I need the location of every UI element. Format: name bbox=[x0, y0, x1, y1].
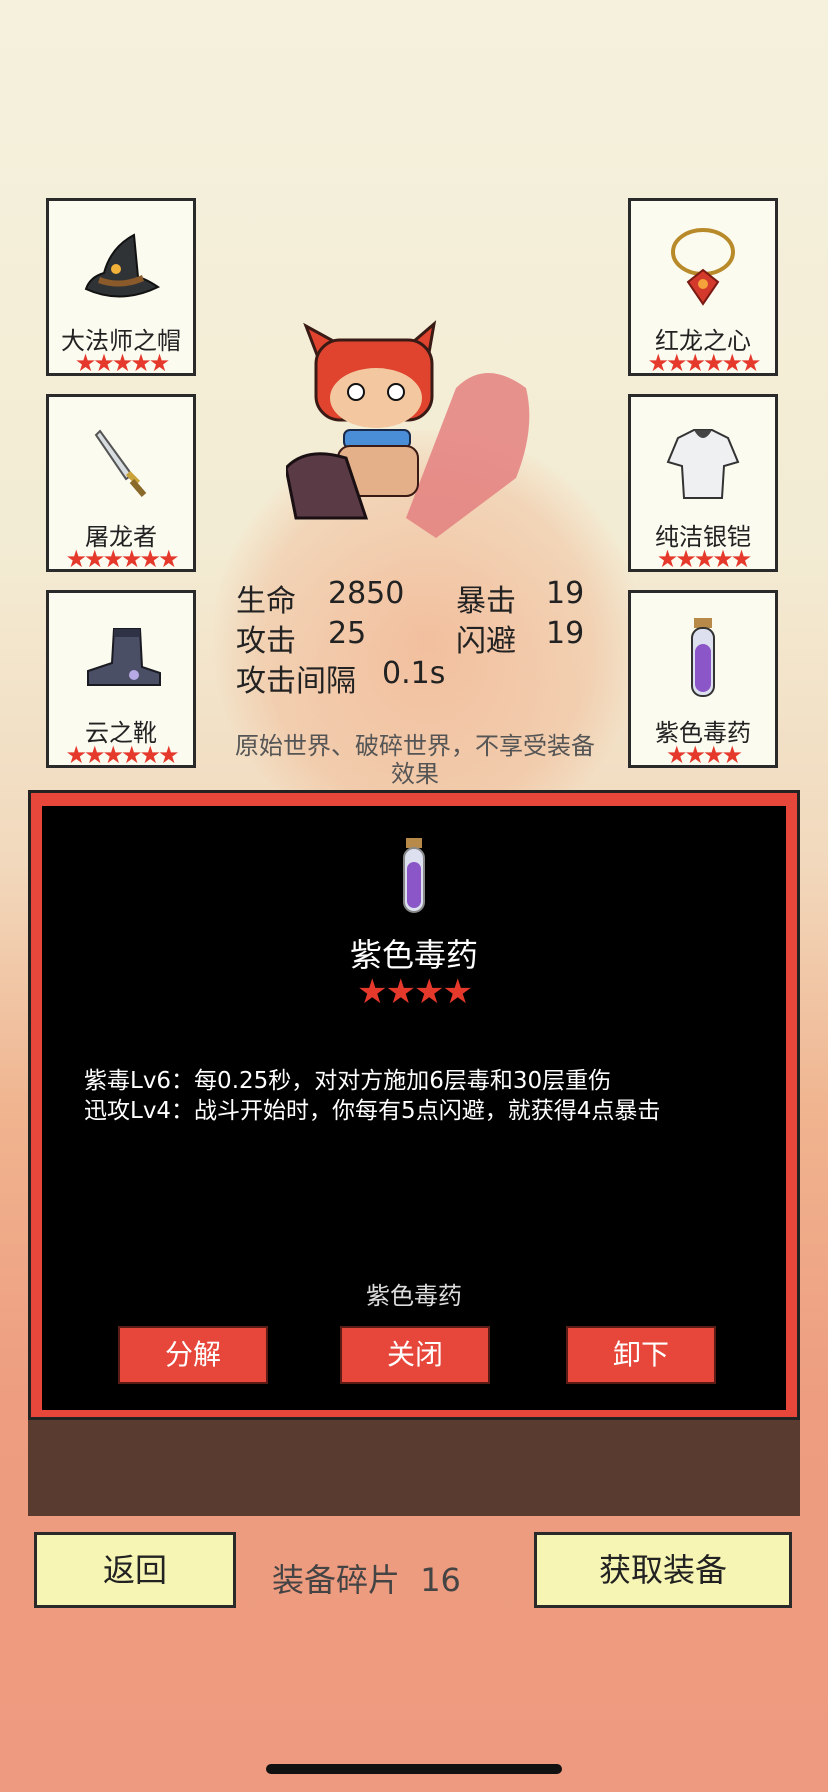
get-equipment-button[interactable]: 获取装备 bbox=[534, 1532, 792, 1608]
atk-label: 攻击 bbox=[236, 624, 296, 659]
unequip-button[interactable]: 卸下 bbox=[566, 1326, 716, 1384]
equip-stars: ★★★★★★ bbox=[65, 545, 179, 573]
shards-count: 16 bbox=[420, 1561, 461, 1599]
shards-label: 装备碎片 bbox=[272, 1561, 401, 1599]
back-button[interactable]: 返回 bbox=[34, 1532, 236, 1608]
interval-label: 攻击间隔 bbox=[236, 664, 356, 699]
interval-value: 0.1s bbox=[382, 656, 446, 691]
equip-stars: ★★★★★ bbox=[74, 349, 171, 377]
world-note: 原始世界、破碎世界，不享受装备效果 bbox=[235, 732, 595, 788]
item-popup: 紫色毒药 ★★★★ 紫毒Lv6：每0.25秒，对对方施加6层毒和30层重伤 迅攻… bbox=[42, 806, 786, 1410]
armor-icon bbox=[631, 413, 775, 513]
equip-stars: ★★★★ bbox=[665, 741, 743, 769]
hp-label: 生命 bbox=[236, 584, 296, 619]
amulet-icon bbox=[631, 217, 775, 317]
equip-stars: ★★★★★ bbox=[656, 545, 753, 573]
equip-stars: ★★★★★★ bbox=[65, 741, 179, 769]
home-indicator bbox=[266, 1764, 562, 1774]
equip-slot-armor[interactable]: 纯洁银铠 ★★★★★ bbox=[628, 394, 778, 572]
crit-value: 19 bbox=[546, 576, 585, 611]
dagger-icon bbox=[49, 413, 193, 513]
popup-stars: ★★★★ bbox=[357, 972, 473, 1012]
popup-base bbox=[28, 1420, 800, 1516]
dodge-label: 闪避 bbox=[456, 624, 516, 659]
popup-desc-line2: 迅攻Lv4：战斗开始时，你每有5点闪避，就获得4点暴击 bbox=[84, 1098, 661, 1124]
decompose-button[interactable]: 分解 bbox=[118, 1326, 268, 1384]
potion-icon bbox=[394, 836, 434, 920]
close-button[interactable]: 关闭 bbox=[340, 1326, 490, 1384]
potion-icon bbox=[631, 609, 775, 709]
character-sprite bbox=[284, 318, 536, 538]
equip-slot-weapon[interactable]: 屠龙者 ★★★★★★ bbox=[46, 394, 196, 572]
popup-title: 紫色毒药 bbox=[349, 936, 478, 974]
boot-icon bbox=[49, 609, 193, 709]
equip-slot-potion[interactable]: 紫色毒药 ★★★★ bbox=[628, 590, 778, 768]
popup-item-name: 紫色毒药 bbox=[366, 1282, 462, 1310]
equip-slot-amulet[interactable]: 红龙之心 ★★★★★★ bbox=[628, 198, 778, 376]
wizard-hat-icon bbox=[49, 217, 193, 317]
hp-value: 2850 bbox=[328, 576, 405, 611]
crit-label: 暴击 bbox=[456, 584, 516, 619]
dodge-value: 19 bbox=[546, 616, 585, 651]
shards-counter: 装备碎片 16 bbox=[272, 1555, 461, 1601]
atk-value: 25 bbox=[328, 616, 367, 651]
equip-stars: ★★★★★★ bbox=[647, 349, 761, 377]
equip-slot-hat[interactable]: 大法师之帽 ★★★★★ bbox=[46, 198, 196, 376]
popup-desc-line1: 紫毒Lv6：每0.25秒，对对方施加6层毒和30层重伤 bbox=[84, 1068, 612, 1094]
equip-slot-boots[interactable]: 云之靴 ★★★★★★ bbox=[46, 590, 196, 768]
